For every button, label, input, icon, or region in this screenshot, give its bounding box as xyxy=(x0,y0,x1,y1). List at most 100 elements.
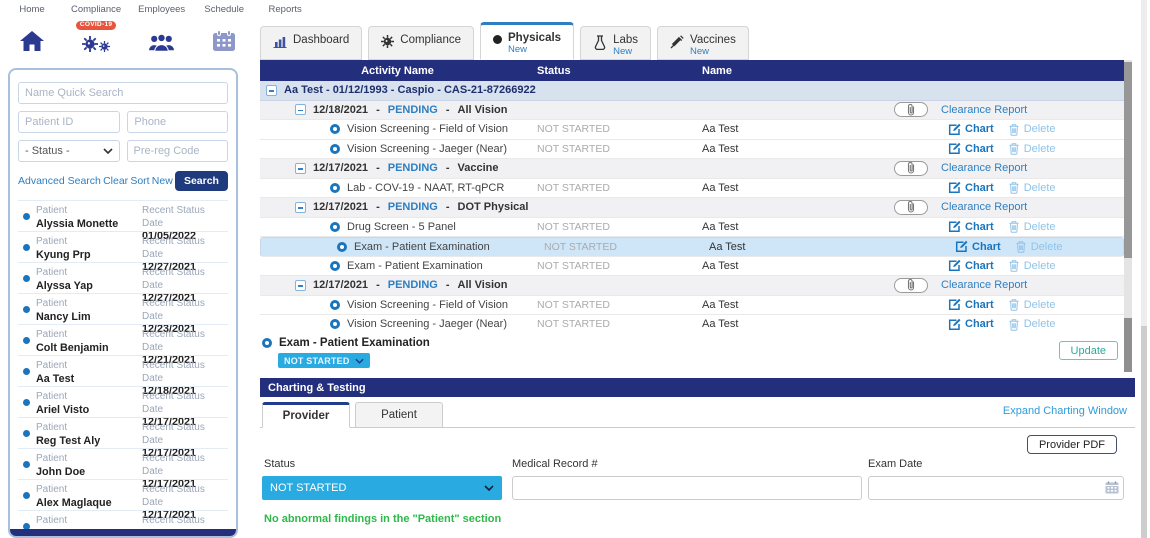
charting-section-header: Charting & Testing xyxy=(260,378,1135,397)
tab-new-badge: New xyxy=(508,45,561,56)
chart-link[interactable]: Chart xyxy=(948,181,994,194)
tab-physicals[interactable]: Physicals New xyxy=(480,22,574,60)
tab-patient[interactable]: Patient xyxy=(355,402,443,428)
table-row[interactable]: Lab - COV-19 - NAAT, RT-qPCR NOT STARTED… xyxy=(260,179,1124,199)
list-item[interactable]: Patient Aa Test Recent Status Date 12/18… xyxy=(18,355,228,386)
collapse-icon[interactable] xyxy=(295,280,306,291)
phone-input[interactable] xyxy=(127,111,228,133)
provider-pdf-button[interactable]: Provider PDF xyxy=(1027,435,1117,454)
advanced-search-link[interactable]: Advanced Search xyxy=(18,175,101,187)
patient-name: John Doe xyxy=(36,466,142,479)
list-item[interactable]: Patient Alyssa Yap Recent Status Date 12… xyxy=(18,262,228,293)
charting-status-dropdown[interactable]: NOT STARTED xyxy=(262,476,502,500)
list-item[interactable]: Patient Alex Maglaque Recent Status Date… xyxy=(18,479,228,510)
chart-link[interactable]: Chart xyxy=(948,298,994,311)
sort-link[interactable]: Sort xyxy=(130,175,149,187)
attachment-button[interactable] xyxy=(894,102,928,117)
list-item[interactable]: Patient Kyung Prp Recent Status Date 12/… xyxy=(18,231,228,262)
medical-record-input[interactable] xyxy=(512,476,862,500)
patient-id-input[interactable] xyxy=(18,111,120,133)
exam-date-input[interactable] xyxy=(868,476,1124,500)
nav-schedule[interactable]: Schedule xyxy=(202,4,246,52)
status-select[interactable]: - Status - xyxy=(18,140,120,162)
search-button[interactable]: Search xyxy=(175,171,228,191)
page-scrollbar-thumb[interactable] xyxy=(1141,326,1147,538)
collapse-icon[interactable] xyxy=(295,104,306,115)
clearance-report-link[interactable]: Clearance Report xyxy=(941,279,1027,291)
group-title: DOT Physical xyxy=(458,201,529,213)
date-label: Recent Status Date xyxy=(142,484,228,509)
collapse-icon[interactable] xyxy=(295,163,306,174)
calendar-icon[interactable] xyxy=(1105,481,1119,494)
app-window: Home Compliance COVID-19 Employees Sched… xyxy=(0,0,1150,538)
delete-link[interactable]: Delete xyxy=(1008,220,1056,233)
chart-link[interactable]: Chart xyxy=(948,123,994,136)
table-scrollbar-thumb[interactable] xyxy=(1124,62,1132,258)
attachment-button[interactable] xyxy=(894,278,928,293)
table-row-selected[interactable]: Exam - Patient Examination NOT STARTED A… xyxy=(260,237,1124,257)
activity-status: NOT STARTED xyxy=(542,241,707,253)
activity-name: Exam - Patient Examination xyxy=(347,260,483,272)
tab-compliance[interactable]: Compliance xyxy=(368,26,474,60)
table-row[interactable]: Vision Screening - Field of Vision NOT S… xyxy=(260,296,1124,316)
list-item[interactable]: Patient Ariel Visto Recent Status Date 1… xyxy=(18,386,228,417)
chart-link[interactable]: Chart xyxy=(948,318,994,331)
table-row[interactable]: Vision Screening - Jaeger (Near) NOT STA… xyxy=(260,140,1124,160)
clearance-report-link[interactable]: Clearance Report xyxy=(941,201,1027,213)
table-row[interactable]: Vision Screening - Jaeger (Near) NOT STA… xyxy=(260,315,1124,331)
delete-link[interactable]: Delete xyxy=(1008,298,1056,311)
list-item[interactable]: Patient John Doe Recent Status Date 12/1… xyxy=(18,448,228,479)
table-header-row: Activity Name Status Name xyxy=(260,60,1124,81)
collapse-icon[interactable] xyxy=(295,202,306,213)
patient-label: Patient xyxy=(36,205,142,218)
attachment-button[interactable] xyxy=(894,200,928,215)
clear-link[interactable]: Clear xyxy=(103,175,128,187)
chart-link[interactable]: Chart xyxy=(948,142,994,155)
nav-employees[interactable]: Employees xyxy=(138,4,185,52)
collapse-icon[interactable] xyxy=(266,85,277,96)
attachment-button[interactable] xyxy=(894,161,928,176)
patient-label: Patient xyxy=(36,515,142,528)
activity-name: Vision Screening - Jaeger (Near) xyxy=(347,143,507,155)
clearance-report-link[interactable]: Clearance Report xyxy=(941,162,1027,174)
activity-target-icon xyxy=(330,300,340,310)
exam-status-dropdown[interactable]: NOT STARTED xyxy=(278,353,370,368)
update-button[interactable]: Update xyxy=(1059,341,1118,360)
delete-link[interactable]: Delete xyxy=(1008,123,1056,136)
expand-charting-link[interactable]: Expand Charting Window xyxy=(1003,405,1127,417)
tab-label: Dashboard xyxy=(293,34,349,47)
delete-link[interactable]: Delete xyxy=(1015,240,1063,253)
activity-patient: Aa Test xyxy=(700,221,890,233)
tab-labs[interactable]: Labs New xyxy=(580,26,651,60)
prereg-code-input[interactable] xyxy=(127,140,229,162)
nav-home[interactable]: Home xyxy=(10,4,54,52)
exam-panel-title: Exam - Patient Examination xyxy=(279,337,430,349)
nav-compliance[interactable]: Compliance COVID-19 xyxy=(71,4,121,52)
list-item[interactable]: Patient Nancy Lim Recent Status Date 12/… xyxy=(18,293,228,324)
list-item[interactable]: Patient Reg Test Aly Recent Status Date … xyxy=(18,417,228,448)
delete-link[interactable]: Delete xyxy=(1008,181,1056,194)
tab-provider[interactable]: Provider xyxy=(262,402,350,428)
delete-link[interactable]: Delete xyxy=(1008,259,1056,272)
table-row[interactable]: Drug Screen - 5 Panel NOT STARTED Aa Tes… xyxy=(260,218,1124,238)
date-label: Recent Status Date xyxy=(142,422,228,447)
quick-search-input[interactable] xyxy=(18,82,228,104)
tab-vaccines[interactable]: Vaccines New xyxy=(657,26,749,60)
delete-link[interactable]: Delete xyxy=(1008,318,1056,331)
order-group-row: 12/17/2021-PENDING-DOT Physical Clearanc… xyxy=(260,198,1124,218)
delete-link[interactable]: Delete xyxy=(1008,142,1056,155)
panel-scrollbar-thumb[interactable] xyxy=(1124,318,1132,372)
chart-link[interactable]: Chart xyxy=(948,220,994,233)
activity-name: Vision Screening - Jaeger (Near) xyxy=(347,318,507,330)
chart-link[interactable]: Chart xyxy=(955,240,1001,253)
status-field-label: Status xyxy=(264,458,295,470)
chart-link[interactable]: Chart xyxy=(948,259,994,272)
new-link[interactable]: New xyxy=(152,175,173,187)
activity-patient: Aa Test xyxy=(700,182,890,194)
table-row[interactable]: Vision Screening - Field of Vision NOT S… xyxy=(260,120,1124,140)
clearance-report-link[interactable]: Clearance Report xyxy=(941,104,1027,116)
table-row[interactable]: Exam - Patient Examination NOT STARTED A… xyxy=(260,257,1124,277)
list-item[interactable]: Patient Alyssia Monette Recent Status Da… xyxy=(18,200,228,231)
tab-dashboard[interactable]: Dashboard xyxy=(260,26,362,60)
list-item[interactable]: Patient Colt Benjamin Recent Status Date… xyxy=(18,324,228,355)
